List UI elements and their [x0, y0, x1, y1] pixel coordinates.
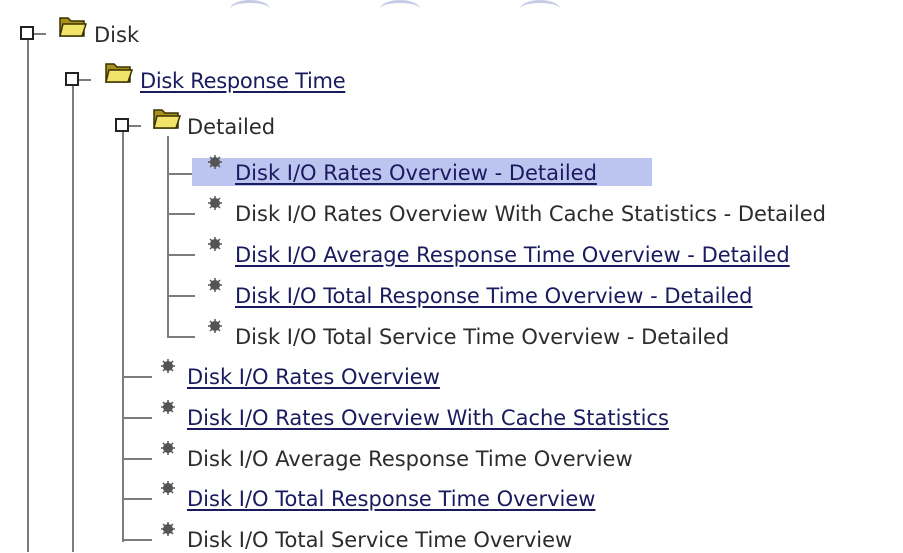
tree-line	[129, 125, 141, 127]
folder-open-icon	[153, 109, 182, 129]
report-link-detailed-3[interactable]: Disk I/O Average Response Time Overview …	[235, 242, 790, 268]
report-bullet-icon	[161, 400, 175, 414]
tree-line	[27, 40, 29, 552]
report-bullet-icon	[208, 319, 222, 333]
cropped-header-fragment	[230, 0, 270, 9]
tree-label-detailed[interactable]: Detailed	[187, 114, 275, 140]
report-link-1[interactable]: Disk I/O Rates Overview	[187, 364, 440, 390]
tree-line	[122, 417, 152, 419]
folder-open-icon	[105, 63, 134, 83]
report-item-5[interactable]: Disk I/O Total Service Time Overview	[187, 527, 572, 553]
report-item-detailed-2[interactable]: Disk I/O Rates Overview With Cache Stati…	[235, 201, 826, 227]
tree-line	[72, 86, 74, 552]
report-link-2[interactable]: Disk I/O Rates Overview With Cache Stati…	[187, 405, 669, 431]
tree-line	[34, 33, 46, 35]
tree-line	[122, 498, 152, 500]
tree-line	[122, 458, 152, 460]
collapse-toggle-detailed[interactable]	[115, 118, 129, 132]
collapse-toggle-disk[interactable]	[20, 26, 34, 40]
report-link-detailed-4[interactable]: Disk I/O Total Response Time Overview - …	[235, 283, 752, 309]
cropped-header-fragment	[380, 0, 420, 9]
tree-line	[122, 132, 124, 542]
tree-line	[167, 213, 195, 215]
tree-label-disk[interactable]: Disk	[94, 22, 139, 48]
tree-line	[122, 539, 152, 541]
folder-open-icon	[59, 17, 88, 37]
tree-link-disk-response-time[interactable]: Disk Response Time	[140, 68, 346, 94]
report-bullet-icon	[208, 155, 222, 169]
tree-line	[167, 295, 195, 297]
report-bullet-icon	[208, 196, 222, 210]
tree-line	[167, 136, 169, 338]
collapse-toggle-disk-response-time[interactable]	[65, 72, 79, 86]
tree-line	[79, 79, 91, 81]
tree-line	[167, 173, 195, 175]
report-bullet-icon	[208, 237, 222, 251]
report-link-4[interactable]: Disk I/O Total Response Time Overview	[187, 486, 595, 512]
report-bullet-icon	[161, 441, 175, 455]
report-link-detailed-1[interactable]: Disk I/O Rates Overview - Detailed	[235, 160, 597, 186]
report-bullet-icon	[161, 522, 175, 536]
tree-line	[167, 336, 195, 338]
tree-line	[122, 376, 152, 378]
report-bullet-icon	[161, 359, 175, 373]
cropped-header-fragment	[520, 0, 560, 9]
report-item-3[interactable]: Disk I/O Average Response Time Overview	[187, 446, 633, 472]
report-bullet-icon	[208, 278, 222, 292]
report-item-detailed-5[interactable]: Disk I/O Total Service Time Overview - D…	[235, 324, 729, 350]
report-bullet-icon	[161, 481, 175, 495]
tree-line	[167, 254, 195, 256]
